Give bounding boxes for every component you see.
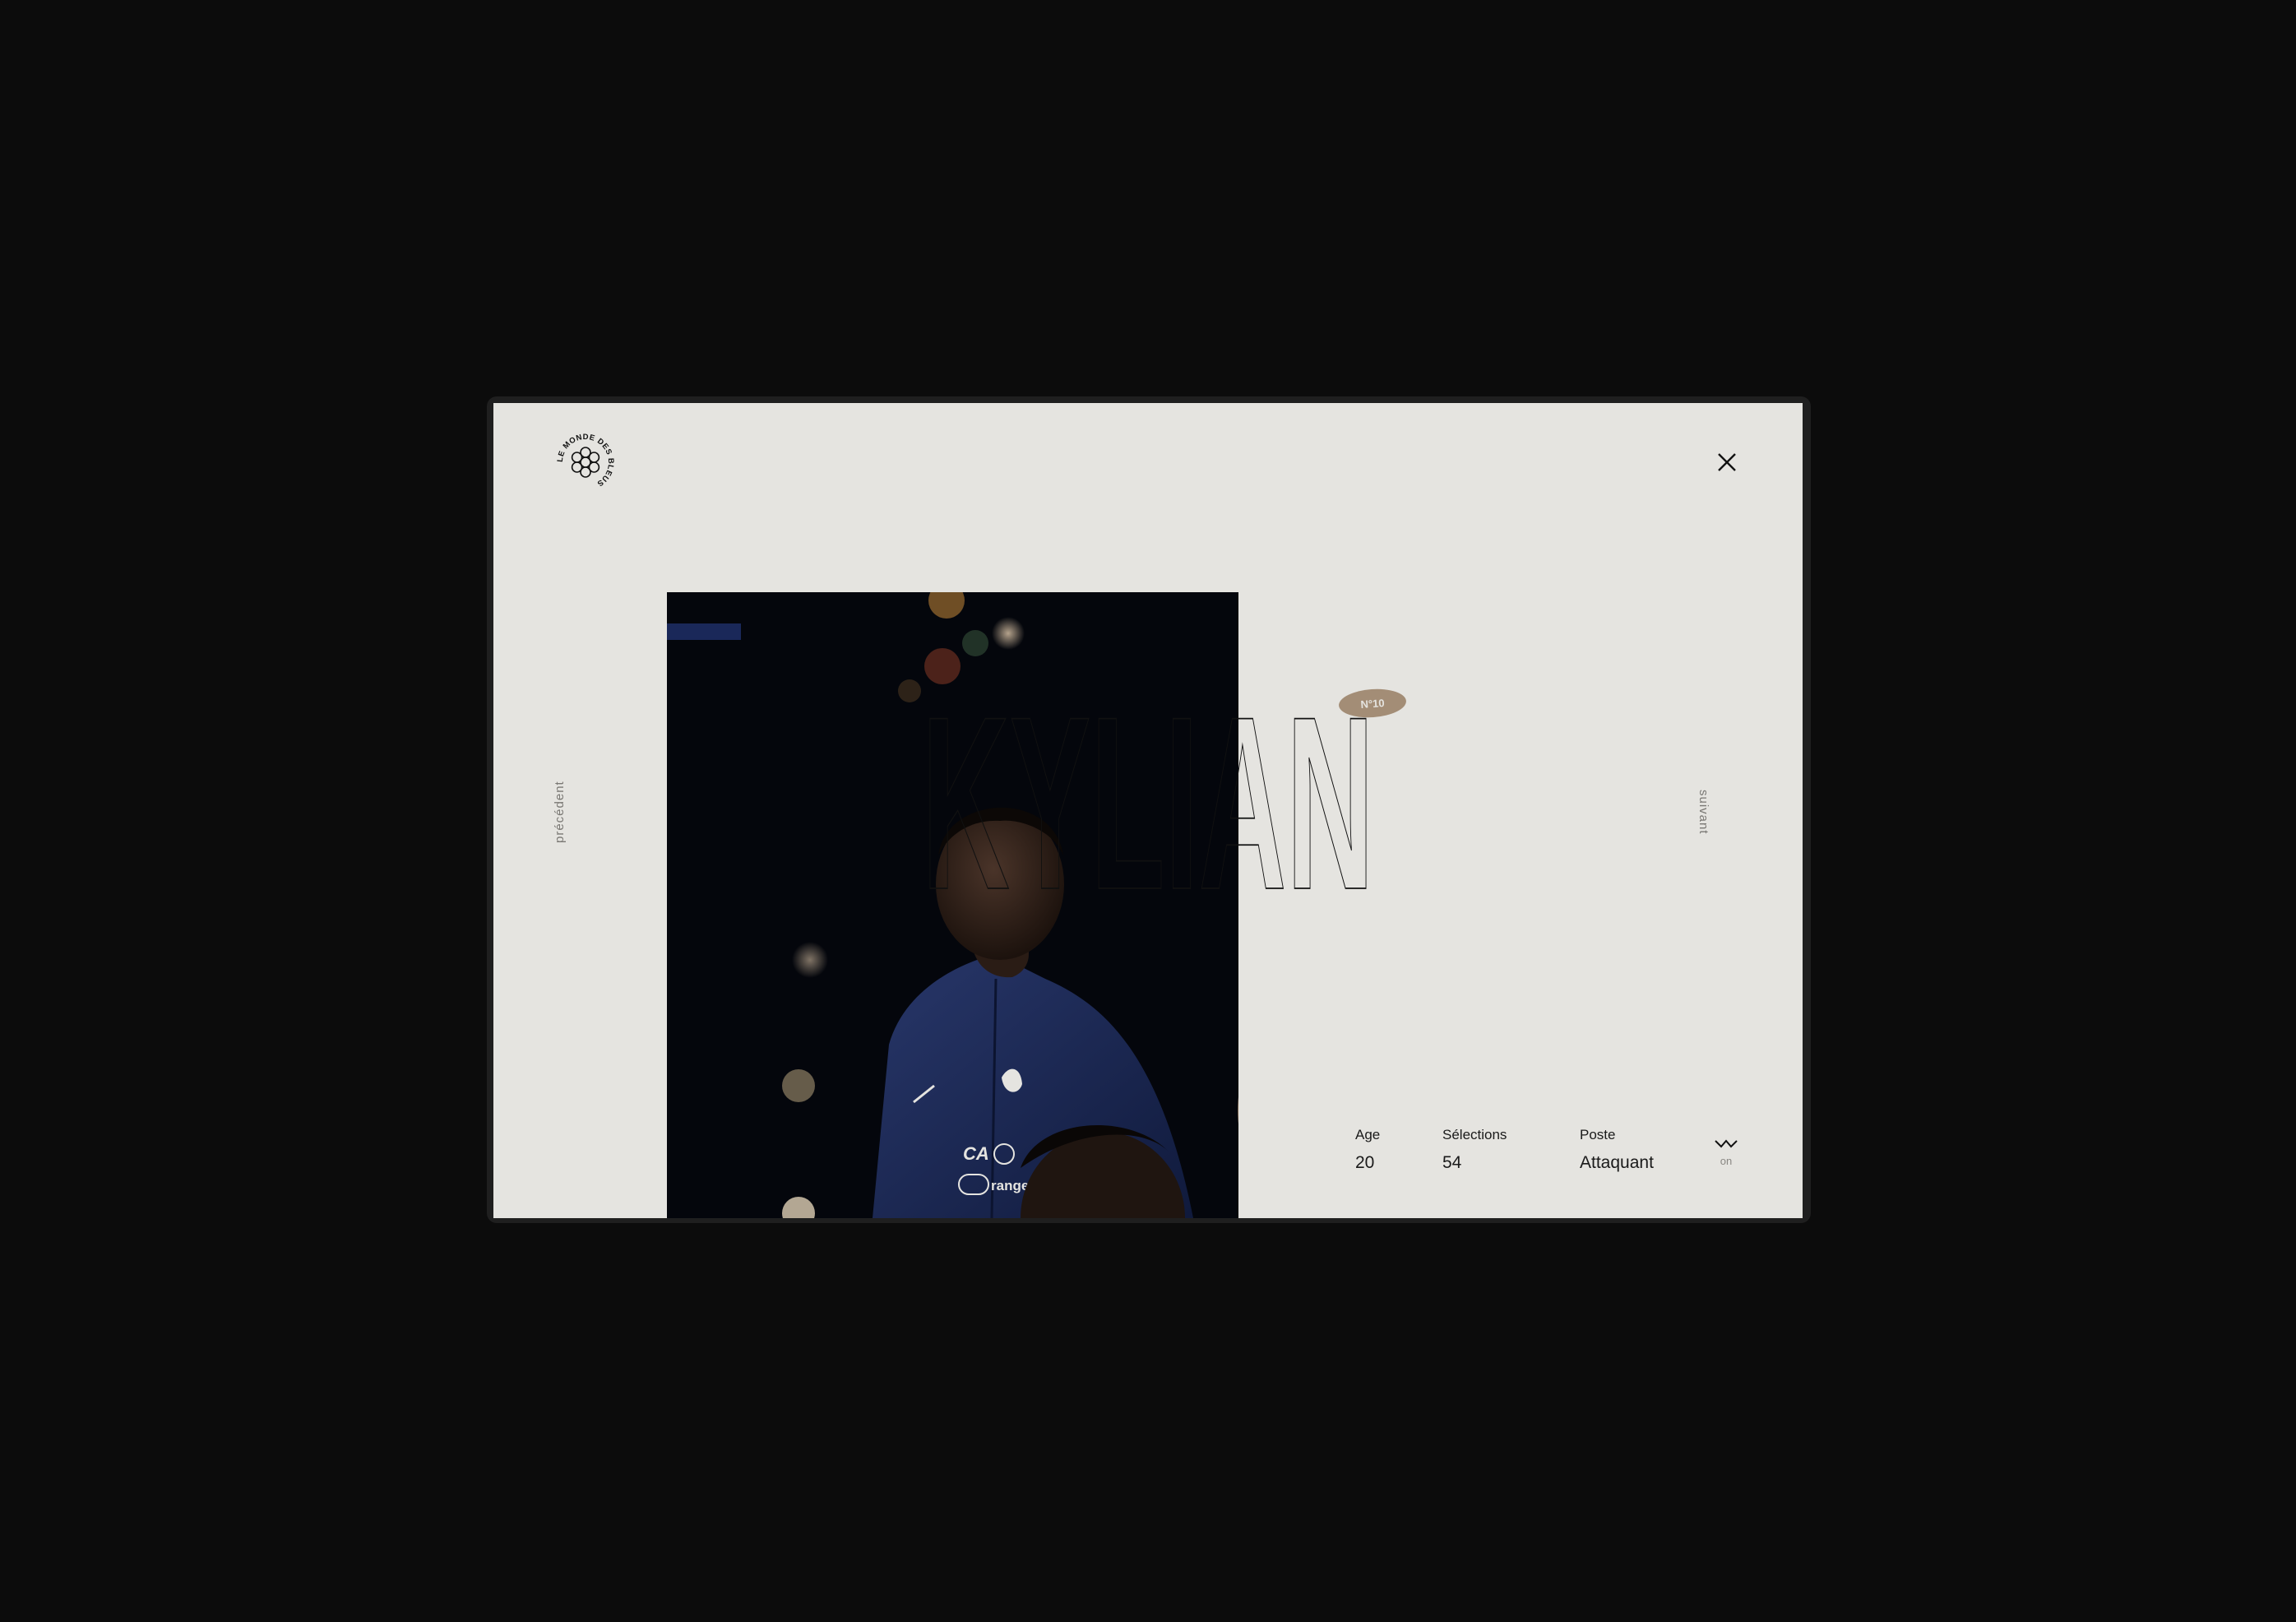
svg-text:CA: CA xyxy=(963,1143,989,1164)
stat-age: Age 20 xyxy=(1355,1127,1380,1173)
next-link[interactable]: suivant xyxy=(1697,790,1710,835)
stat-selections: Sélections 54 xyxy=(1442,1127,1507,1173)
close-icon[interactable] xyxy=(1710,446,1743,479)
previous-link[interactable]: précédent xyxy=(553,781,567,843)
wave-icon xyxy=(1715,1139,1738,1148)
stat-label: Age xyxy=(1355,1127,1381,1142)
svg-text:range: range xyxy=(991,1178,1029,1193)
player-modal: LE MONDE DES BLEUS précédent suivant CA … xyxy=(493,403,1803,1218)
stat-value: Attaquant xyxy=(1580,1153,1654,1172)
brand-logo[interactable]: LE MONDE DES BLEUS xyxy=(556,433,615,492)
player-first-name: KYLIAN xyxy=(922,699,1375,897)
stat-position: Poste Attaquant xyxy=(1580,1127,1654,1173)
stat-label: Sélections xyxy=(1442,1127,1507,1142)
player-photo: CA range xyxy=(667,592,1238,1218)
stat-value: 54 xyxy=(1442,1153,1462,1172)
stat-label: Poste xyxy=(1580,1127,1616,1142)
photo-illustration: CA range xyxy=(667,592,1238,1218)
number-badge: N°10 xyxy=(1337,687,1408,720)
player-name-text: KYLIAN xyxy=(922,699,1374,897)
toggle-state: on xyxy=(1720,1155,1733,1167)
logo-text: LE MONDE DES BLEUS xyxy=(556,433,615,488)
sound-toggle[interactable]: on xyxy=(1712,1138,1740,1167)
svg-text:LE MONDE DES BLEUS: LE MONDE DES BLEUS xyxy=(556,433,615,488)
stat-value: 20 xyxy=(1355,1153,1375,1172)
